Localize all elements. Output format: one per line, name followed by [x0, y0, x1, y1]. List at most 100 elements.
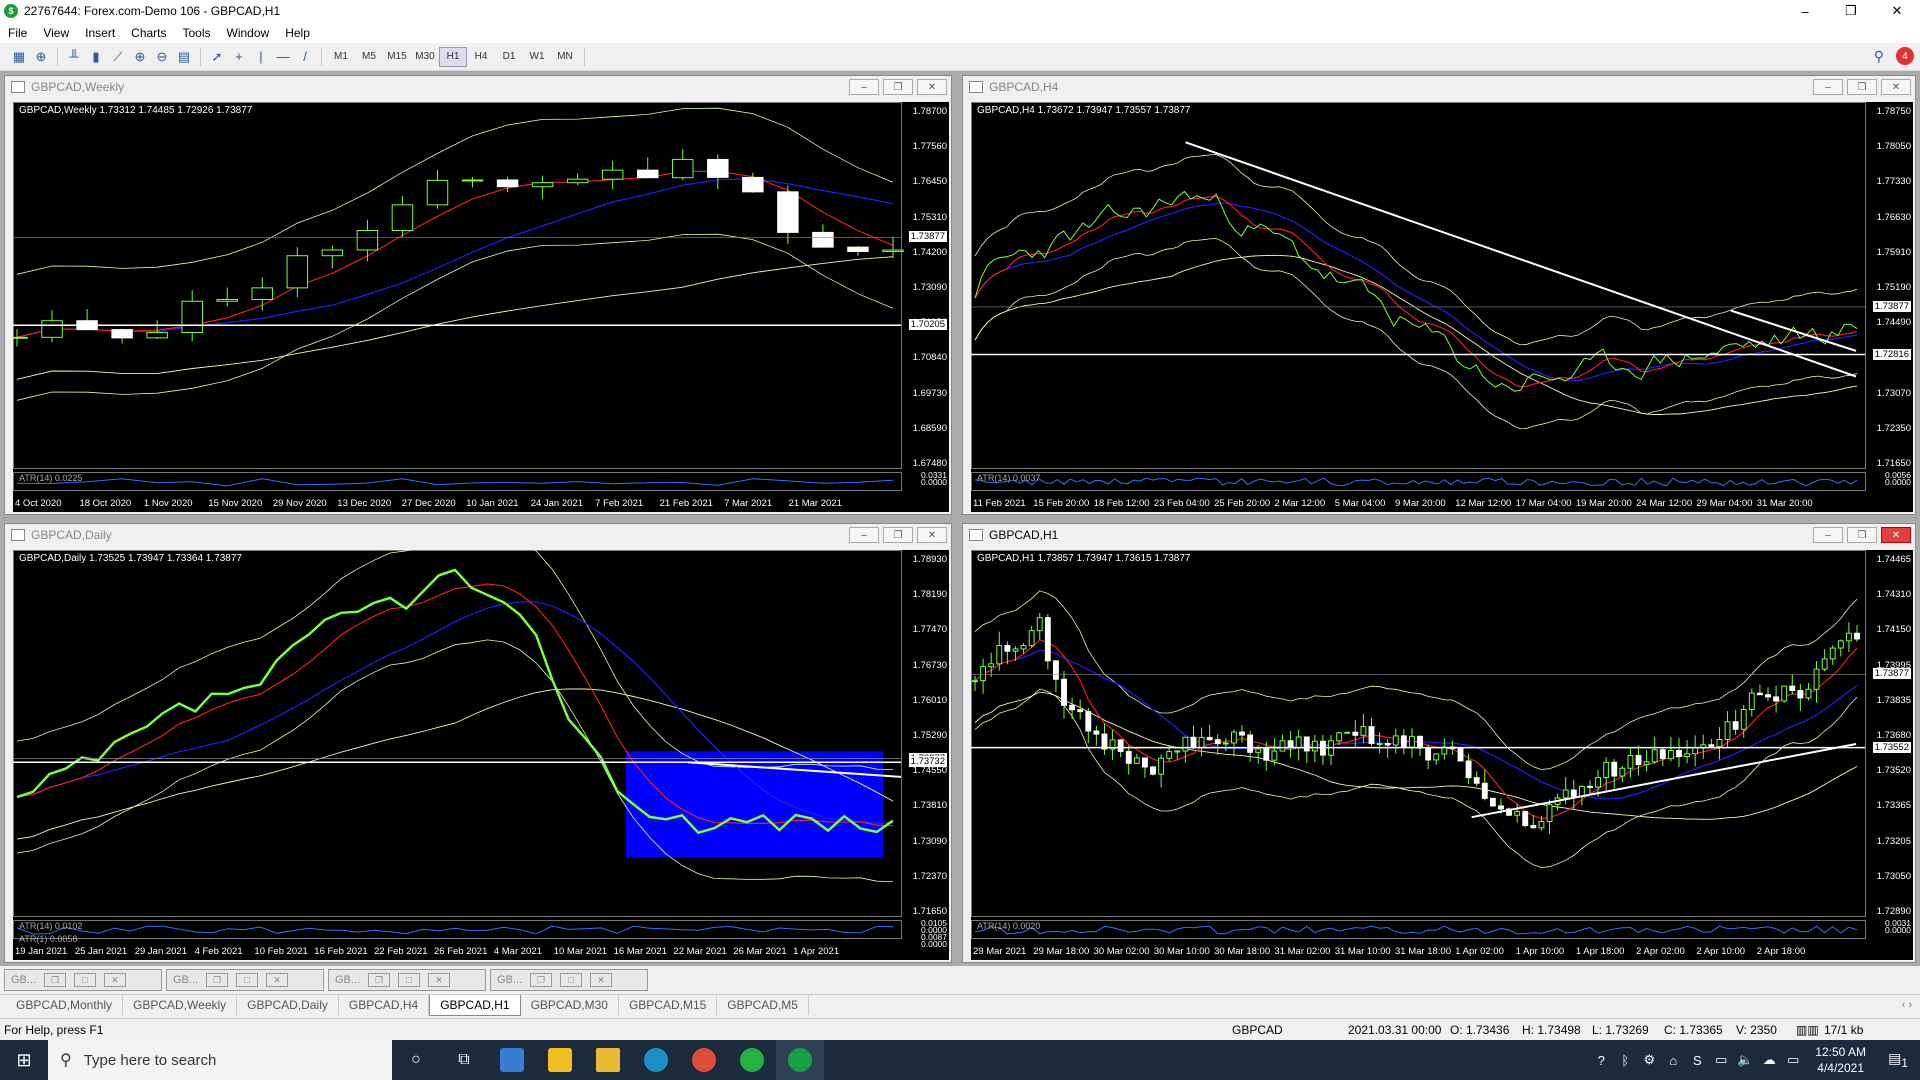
minimized-window[interactable]: GB... ❐ □ ✕	[328, 969, 486, 991]
tab-m5[interactable]: GBPCAD,M5	[717, 995, 809, 1015]
minimized-window[interactable]: GB... ❐ □ ✕	[166, 969, 324, 991]
tab-daily[interactable]: GBPCAD,Daily	[237, 995, 339, 1015]
chart-plot[interactable]: GBPCAD,Weekly 1.73312 1.74485 1.72926 1.…	[13, 102, 949, 512]
candlestick-icon[interactable]: ▮	[85, 46, 107, 68]
minimized-window[interactable]: GB... ❐ □ ✕	[490, 969, 648, 991]
restore-button[interactable]: ❐	[1828, 0, 1874, 22]
restore-icon[interactable]: ❐	[44, 973, 67, 987]
chart-plot[interactable]: GBPCAD,Daily 1.73525 1.73947 1.73364 1.7…	[13, 550, 949, 960]
chart-close-button[interactable]: ✕	[917, 527, 947, 543]
close-icon[interactable]: ✕	[104, 973, 127, 987]
line-chart-icon[interactable]: ⟋	[107, 46, 129, 68]
trendline-icon[interactable]: /	[294, 46, 316, 68]
settings-icon[interactable]: ⚙	[1637, 1052, 1661, 1068]
taskbar-clock[interactable]: 12:50 AM 4/4/2021	[1805, 1044, 1876, 1076]
restore-icon[interactable]: ❐	[206, 973, 229, 987]
close-icon[interactable]: ✕	[590, 973, 613, 987]
chart-minimize-button[interactable]: –	[1813, 527, 1843, 543]
battery-icon[interactable]: ▭	[1781, 1052, 1805, 1068]
whatsapp-icon[interactable]	[728, 1040, 776, 1080]
network-icon[interactable]: ⌂	[1661, 1053, 1685, 1068]
chrome-icon[interactable]	[680, 1040, 728, 1080]
tab-h4[interactable]: GBPCAD,H4	[339, 995, 430, 1015]
taskbar-search[interactable]: ⚲ Type here to search	[48, 1040, 392, 1080]
chart-window-h4[interactable]: GBPCAD,H4 – ❐ ✕ GBPCAD,H4 1.73672 1.73947 …	[962, 75, 1916, 515]
volume-icon[interactable]: 🔈	[1733, 1052, 1757, 1068]
help-icon[interactable]: ?	[1589, 1053, 1613, 1068]
maximize-icon[interactable]: □	[398, 973, 421, 987]
timeframe-m30[interactable]: M30	[411, 47, 439, 67]
menu-file[interactable]: File	[0, 26, 35, 40]
timeframe-m15[interactable]: M15	[383, 47, 411, 67]
menu-help[interactable]: Help	[277, 26, 318, 40]
bar-chart-icon[interactable]: ╨	[63, 46, 85, 68]
tab-weekly[interactable]: GBPCAD,Weekly	[123, 995, 238, 1015]
vertical-line-icon[interactable]: |	[250, 46, 272, 68]
edge-icon[interactable]	[632, 1040, 680, 1080]
chart-maximize-button[interactable]: ❐	[883, 79, 913, 95]
chart-close-button[interactable]: ✕	[1881, 79, 1911, 95]
notification-badge[interactable]: 4	[1896, 47, 1914, 65]
chart-window-weekly[interactable]: GBPCAD,Weekly – ❐ ✕ GBPCAD,Weekly 1.73312 …	[4, 75, 952, 515]
maximize-icon[interactable]: □	[560, 973, 583, 987]
cursor-icon[interactable]: ➚	[206, 46, 228, 68]
cloud-icon[interactable]: ☁	[1757, 1052, 1781, 1068]
timeframe-h4[interactable]: H4	[467, 47, 495, 67]
forex-app-icon[interactable]	[776, 1040, 824, 1080]
horizontal-line-icon[interactable]: —	[272, 46, 294, 68]
chart-maximize-button[interactable]: ❐	[1847, 527, 1877, 543]
close-icon[interactable]: ✕	[266, 973, 289, 987]
tab-monthly[interactable]: GBPCAD,Monthly	[6, 995, 124, 1015]
chart-minimize-button[interactable]: –	[849, 527, 879, 543]
file-explorer-icon[interactable]	[584, 1040, 632, 1080]
timeframe-m1[interactable]: M1	[327, 47, 355, 67]
menu-view[interactable]: View	[35, 26, 77, 40]
menu-window[interactable]: Window	[219, 26, 278, 40]
crosshair-tool-icon[interactable]: +	[228, 46, 250, 68]
tab-m15[interactable]: GBPCAD,M15	[619, 995, 718, 1015]
bluetooth-icon[interactable]: ᛒ	[1613, 1053, 1637, 1068]
search-icon[interactable]: ⚲	[1874, 48, 1884, 65]
maximize-icon[interactable]: □	[236, 973, 259, 987]
tab-m30[interactable]: GBPCAD,M30	[521, 995, 619, 1015]
chart-close-button[interactable]: ✕	[917, 79, 947, 95]
notification-center-icon[interactable]: ▤1	[1876, 1050, 1920, 1070]
chart-close-button[interactable]: ✕	[1881, 527, 1911, 543]
close-button[interactable]: ✕	[1874, 0, 1920, 22]
start-button[interactable]: ⊞	[0, 1040, 48, 1080]
timeframe-h1[interactable]: H1	[439, 46, 467, 67]
chart-window-daily[interactable]: GBPCAD,Daily – ❐ ✕ GBPCAD,Daily 1.73525 1.…	[4, 523, 952, 963]
menu-charts[interactable]: Charts	[123, 26, 174, 40]
zoom-out-icon[interactable]: ⊖	[151, 46, 173, 68]
tab-h1[interactable]: GBPCAD,H1	[429, 995, 521, 1016]
chart-plot[interactable]: GBPCAD,H1 1.73857 1.73947 1.73615 1.7387…	[971, 550, 1913, 960]
skype-icon[interactable]: S	[1685, 1053, 1709, 1068]
chart-window-h1[interactable]: GBPCAD,H1 – ❐ ✕ GBPCAD,H1 1.73857 1.73947 …	[962, 523, 1916, 963]
minimized-window[interactable]: GB... ❐ □ ✕	[4, 969, 162, 991]
new-chart-icon[interactable]: ▦	[8, 46, 30, 68]
chart-minimize-button[interactable]: –	[1813, 79, 1843, 95]
close-icon[interactable]: ✕	[428, 973, 451, 987]
restore-icon[interactable]: ❐	[530, 973, 553, 987]
maximize-icon[interactable]: □	[74, 973, 97, 987]
cortana-icon[interactable]: ○	[392, 1040, 440, 1080]
task-view-icon[interactable]: ⧉	[440, 1040, 488, 1080]
tab-scroll-arrows[interactable]: ‹ ›	[1902, 999, 1912, 1011]
chart-plot[interactable]: GBPCAD,H4 1.73672 1.73947 1.73557 1.7387…	[971, 102, 1913, 512]
timeframe-w1[interactable]: W1	[523, 47, 551, 67]
menu-tools[interactable]: Tools	[175, 26, 219, 40]
timeframe-d1[interactable]: D1	[495, 47, 523, 67]
timeframe-mn[interactable]: MN	[551, 47, 579, 67]
app-monitor-icon[interactable]	[488, 1040, 536, 1080]
zoom-in-icon[interactable]: ⊕	[129, 46, 151, 68]
restore-icon[interactable]: ❐	[368, 973, 391, 987]
menu-insert[interactable]: Insert	[77, 26, 123, 40]
minimize-button[interactable]: –	[1782, 0, 1828, 22]
timeframe-m5[interactable]: M5	[355, 47, 383, 67]
app-sticky-icon[interactable]	[536, 1040, 584, 1080]
chart-maximize-button[interactable]: ❐	[1847, 79, 1877, 95]
tile-windows-icon[interactable]: ▤	[173, 46, 195, 68]
crosshair-icon[interactable]: ⊕	[30, 46, 52, 68]
chart-minimize-button[interactable]: –	[849, 79, 879, 95]
display-icon[interactable]: ▭	[1709, 1052, 1733, 1068]
